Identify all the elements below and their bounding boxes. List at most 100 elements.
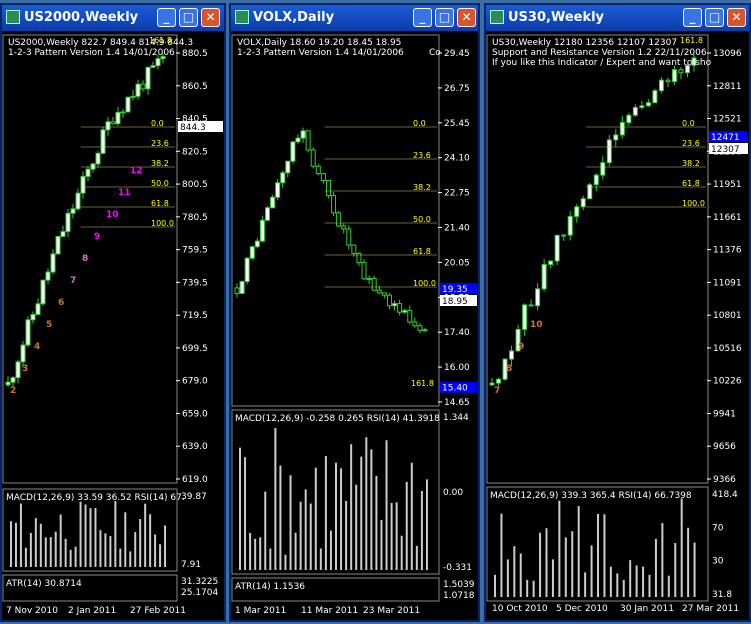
- maximize-button[interactable]: □: [179, 8, 198, 27]
- current-price-label: 844.3: [180, 123, 206, 133]
- macd-histogram-bar: [274, 427, 277, 570]
- candle-body: [645, 102, 651, 107]
- macd-histogram-bar: [239, 447, 241, 570]
- macd-histogram-bar: [34, 518, 37, 567]
- price-tick-label: 9366: [713, 475, 736, 485]
- maximize-button[interactable]: □: [705, 8, 724, 27]
- macd-histogram-bar: [264, 491, 267, 570]
- candle-body: [341, 225, 347, 230]
- fib-level-label: 50.0: [151, 179, 169, 188]
- macd-histogram-bar: [420, 490, 423, 570]
- macd-histogram-bar: [244, 457, 247, 570]
- candle-body: [150, 65, 156, 68]
- price-tick-label: 9941: [713, 409, 736, 419]
- macd-histogram-bar: [114, 500, 117, 567]
- window-title: US30,Weekly: [508, 10, 605, 25]
- atr-label: ATR(14) 30.8714: [6, 579, 82, 589]
- candle-body: [489, 382, 495, 386]
- candle-body: [234, 287, 240, 294]
- macd-histogram-bar: [415, 545, 418, 570]
- wave-number-label: 6: [58, 298, 64, 308]
- macd-histogram-bar: [385, 440, 388, 570]
- macd-histogram-bar: [500, 513, 503, 597]
- minimize-button[interactable]: _: [683, 8, 702, 27]
- candle-body: [422, 329, 428, 332]
- macd-histogram-bar: [680, 498, 683, 597]
- chart-info-line: 1-2-3 Pattern Version 1.4 14/01/2006: [237, 48, 404, 58]
- window-titlebar[interactable]: US2000,Weekly _ □ ✕: [2, 5, 224, 31]
- price-tick-label: 20.05: [444, 258, 470, 268]
- window-titlebar[interactable]: VOLX,Daily _ □ ✕: [231, 5, 478, 31]
- close-button[interactable]: ✕: [201, 8, 220, 27]
- chart-area[interactable]: VOLX,Daily 18.60 19.20 18.45 18.951-2-3 …: [231, 31, 478, 620]
- macd-histogram-bar: [395, 502, 398, 570]
- candle-body: [632, 107, 638, 116]
- price-tick-label: 9656: [713, 442, 736, 452]
- wave-number-label: 11: [118, 188, 131, 198]
- fib-extension-label: 161.8: [680, 36, 703, 45]
- chart-window-us2000[interactable]: US2000,Weekly _ □ ✕ US2000,Weekly 822.7 …: [0, 3, 226, 622]
- marker-price-label: 15.40: [442, 384, 468, 394]
- macd-histogram-bar: [24, 547, 27, 567]
- chart-window-volx[interactable]: VOLX,Daily _ □ ✕ VOLX,Daily 18.60 19.20 …: [229, 3, 480, 622]
- macd-histogram-bar: [642, 566, 645, 597]
- macd-tick-label: 1.344: [443, 413, 469, 423]
- candle-body: [619, 122, 625, 136]
- macd-tick-label: 31.8: [712, 590, 732, 600]
- macd-histogram-bar: [375, 475, 378, 570]
- candle-body: [376, 289, 382, 294]
- price-tick-label: 12811: [713, 82, 742, 92]
- candle-body: [606, 139, 612, 164]
- current-price-label: 18.95: [442, 297, 468, 307]
- fib-level-label: 61.8: [682, 179, 700, 188]
- macd-histogram-bar: [539, 532, 542, 597]
- macd-histogram-bar: [104, 533, 107, 567]
- candle-body: [626, 114, 632, 124]
- fib-level-label: 61.8: [413, 247, 431, 256]
- wave-number-label: 12: [130, 166, 143, 176]
- candle-body: [20, 344, 26, 363]
- macd-histogram-bar: [532, 580, 535, 597]
- macd-histogram-bar: [622, 580, 625, 597]
- date-axis-label: 5 Dec 2010: [556, 604, 608, 614]
- extra-price-label: 19.35: [442, 285, 468, 295]
- candle-body: [535, 288, 541, 307]
- candle-body: [574, 206, 580, 217]
- fib-level-label: 100.0: [413, 279, 436, 288]
- candle-body: [130, 95, 136, 98]
- candle-body: [270, 196, 276, 209]
- candle-body: [259, 219, 265, 242]
- candle-body: [691, 57, 697, 66]
- chart-area[interactable]: US2000,Weekly 822.7 849.4 814.9 844.31-2…: [2, 31, 224, 620]
- maximize-button[interactable]: □: [435, 8, 454, 27]
- wave-number-label: 5: [46, 320, 52, 330]
- minimize-button[interactable]: _: [157, 8, 176, 27]
- candle-body: [315, 165, 321, 175]
- macd-histogram-bar: [69, 549, 72, 567]
- candle-body: [386, 294, 392, 307]
- fib-level-label: 38.2: [413, 183, 431, 192]
- candle-body: [561, 234, 567, 237]
- candle-body: [593, 174, 599, 186]
- price-tick-label: 659.0: [182, 409, 208, 419]
- close-button[interactable]: ✕: [457, 8, 476, 27]
- minimize-button[interactable]: _: [413, 8, 432, 27]
- candle-body: [40, 279, 46, 305]
- candle-body: [325, 179, 331, 197]
- candle-body: [80, 175, 86, 194]
- window-titlebar[interactable]: US30,Weekly _ □ ✕: [486, 5, 749, 31]
- candle-body: [285, 160, 291, 174]
- chart-window-us30[interactable]: US30,Weekly _ □ ✕ US30,Weekly 12180 1235…: [484, 3, 751, 622]
- chart-area[interactable]: US30,Weekly 12180 12356 12107 12307Suppo…: [486, 31, 749, 620]
- candle-body: [244, 257, 250, 283]
- macd-histogram-bar: [324, 456, 327, 570]
- close-button[interactable]: ✕: [727, 8, 746, 27]
- price-tick-label: 12521: [713, 115, 742, 125]
- price-tick-label: 880.5: [182, 49, 208, 59]
- macd-histogram-bar: [340, 468, 343, 570]
- candle-body: [239, 281, 245, 294]
- candle-body: [110, 121, 116, 125]
- macd-histogram-bar: [616, 573, 619, 597]
- candle-body: [15, 361, 21, 379]
- macd-histogram-bar: [59, 514, 62, 567]
